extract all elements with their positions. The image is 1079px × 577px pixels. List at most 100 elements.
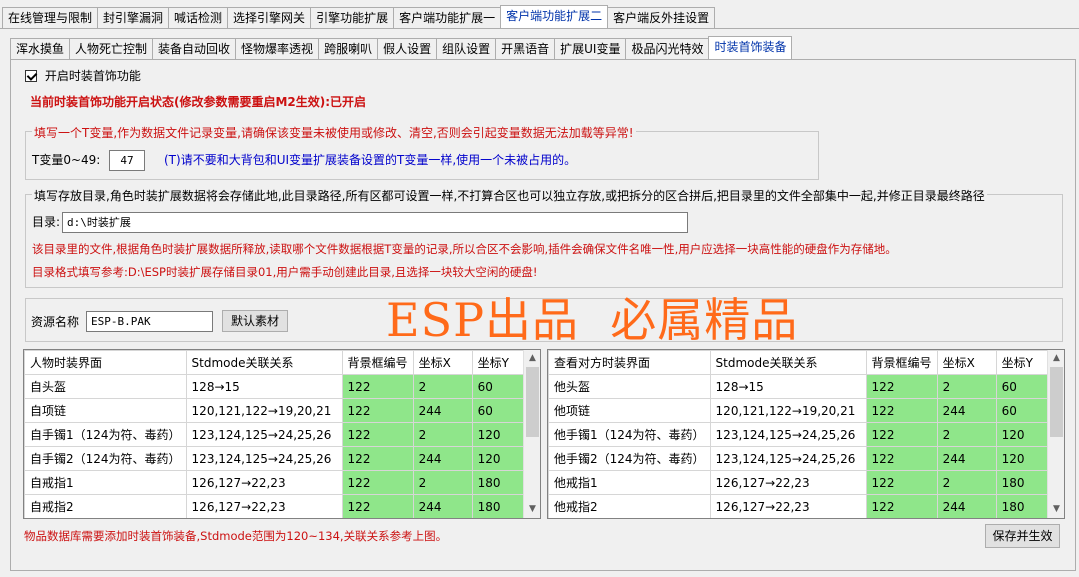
column-header[interactable]: 背景框编号 [865,350,938,375]
table-cell[interactable]: 244 [412,494,473,518]
table-cell[interactable]: 2 [936,470,997,495]
tab-main-6[interactable]: 客户端功能扩展二 [500,5,609,28]
table-cell[interactable]: 120,121,122→19,20,21 [709,398,867,423]
enable-fashion-checkbox[interactable]: 开启时装首饰功能 [25,67,141,84]
table-cell[interactable]: 123,124,125→24,25,26 [709,422,867,447]
table-cell[interactable]: 2 [936,422,997,447]
column-header[interactable]: 人物时装界面 [24,350,187,375]
table-cell[interactable]: 122 [341,374,414,399]
table-cell[interactable]: 244 [936,494,997,518]
table-row[interactable]: 自手镯2（124为符、毒药） 123,124,125→24,25,26 122 244… [24,446,533,471]
table-cell[interactable]: 他手镯1（124为符、毒药） [548,422,711,447]
tab-sub-2[interactable]: 装备自动回收 [152,38,237,59]
table-cell[interactable]: 他手镯2（124为符、毒药） [548,446,711,471]
tab-main-4[interactable]: 引擎功能扩展 [310,7,395,28]
tab-sub-4[interactable]: 跨服喇叭 [318,38,379,59]
table-cell[interactable]: 123,124,125→24,25,26 [709,446,867,471]
table-cell[interactable]: 2 [936,374,997,399]
table-cell[interactable]: 244 [412,398,473,423]
table-row[interactable]: 自项链 120,121,122→19,20,21 122 244 60 [24,398,533,423]
table-cell[interactable]: 244 [936,446,997,471]
column-header[interactable]: 背景框编号 [341,350,414,375]
table-cell[interactable]: 122 [865,446,938,471]
scroll-down-icon[interactable]: ▼ [524,501,540,518]
table-row[interactable]: 自头盔 128→15 122 2 60 [24,374,533,399]
table-cell[interactable]: 122 [865,398,938,423]
table-row[interactable]: 自手镯1（124为符、毒药） 123,124,125→24,25,26 122 2 12… [24,422,533,447]
table-cell[interactable]: 126,127→22,23 [709,494,867,518]
column-header[interactable]: Stdmode关联关系 [185,350,343,375]
table-cell[interactable]: 自手镯1（124为符、毒药） [24,422,187,447]
tab-main-1[interactable]: 封引擎漏洞 [97,7,170,28]
table-row[interactable]: 他手镯1（124为符、毒药） 123,124,125→24,25,26 122 2 12… [548,422,1057,447]
table-cell[interactable]: 128→15 [709,374,867,399]
tab-sub-5[interactable]: 假人设置 [377,38,438,59]
scroll-thumb[interactable] [526,367,539,437]
table-cell[interactable]: 120,121,122→19,20,21 [185,398,343,423]
default-resource-button[interactable]: 默认素材 [222,310,288,332]
tab-sub-8[interactable]: 扩展UI变量 [554,38,627,59]
tab-main-5[interactable]: 客户端功能扩展一 [393,7,502,28]
column-header[interactable]: 查看对方时装界面 [548,350,711,375]
table-cell[interactable]: 123,124,125→24,25,26 [185,446,343,471]
column-header[interactable]: Stdmode关联关系 [709,350,867,375]
scroll-up-icon[interactable]: ▲ [1048,350,1064,367]
table-cell[interactable]: 123,124,125→24,25,26 [185,422,343,447]
table-cell[interactable]: 126,127→22,23 [185,470,343,495]
table-cell[interactable]: 自戒指2 [24,494,187,518]
directory-input[interactable]: d:\时装扩展 [62,212,688,233]
table-cell[interactable]: 122 [341,446,414,471]
column-header[interactable]: 坐标X [936,350,997,375]
table-cell[interactable]: 128→15 [185,374,343,399]
table-cell[interactable]: 126,127→22,23 [185,494,343,518]
table-cell[interactable]: 他头盔 [548,374,711,399]
table-cell[interactable]: 他戒指1 [548,470,711,495]
save-apply-button[interactable]: 保存并生效 [985,524,1060,548]
table-cell[interactable]: 122 [865,374,938,399]
tab-main-2[interactable]: 喊话检测 [168,7,229,28]
table-cell[interactable]: 2 [412,422,473,447]
tab-sub-7[interactable]: 开黑语音 [495,38,556,59]
table-row[interactable]: 他戒指2 126,127→22,23 122 244 180 [548,494,1057,518]
table-cell[interactable]: 244 [412,446,473,471]
tab-main-3[interactable]: 选择引擎网关 [227,7,312,28]
table-cell[interactable]: 122 [341,422,414,447]
tab-sub-6[interactable]: 组队设置 [436,38,497,59]
tab-main-7[interactable]: 客户端反外挂设置 [607,7,716,28]
table-cell[interactable]: 自头盔 [24,374,187,399]
table-row[interactable]: 自戒指2 126,127→22,23 122 244 180 [24,494,533,518]
tab-sub-10[interactable]: 时装首饰装备 [708,36,793,59]
table-row[interactable]: 他戒指1 126,127→22,23 122 2 180 [548,470,1057,495]
tab-sub-9[interactable]: 极品闪光特效 [625,38,710,59]
tab-main-0[interactable]: 在线管理与限制 [2,7,99,28]
table-cell[interactable]: 自手镯2（124为符、毒药） [24,446,187,471]
table-cell[interactable]: 他项链 [548,398,711,423]
table-cell[interactable]: 122 [865,422,938,447]
scroll-thumb[interactable] [1050,367,1063,437]
column-header[interactable]: 坐标X [412,350,473,375]
table-cell[interactable]: 2 [412,374,473,399]
table-cell[interactable]: 122 [865,470,938,495]
tab-sub-3[interactable]: 怪物爆率透视 [235,38,320,59]
table-cell[interactable]: 122 [341,470,414,495]
scroll-down-icon[interactable]: ▼ [1048,501,1064,518]
table-cell[interactable]: 122 [341,494,414,518]
table-row[interactable]: 他项链 120,121,122→19,20,21 122 244 60 [548,398,1057,423]
table-cell[interactable]: 2 [412,470,473,495]
table-cell[interactable]: 自项链 [24,398,187,423]
table-cell[interactable]: 自戒指1 [24,470,187,495]
checkbox-checked-icon[interactable] [25,69,37,82]
table-cell[interactable]: 122 [865,494,938,518]
table-cell[interactable]: 244 [936,398,997,423]
table-row[interactable]: 他手镯2（124为符、毒药） 123,124,125→24,25,26 122 244… [548,446,1057,471]
table-cell[interactable]: 126,127→22,23 [709,470,867,495]
other-grid-scrollbar[interactable]: ▲ ▼ [1047,350,1064,518]
table-cell[interactable]: 他戒指2 [548,494,711,518]
tab-sub-0[interactable]: 浑水摸鱼 [10,38,71,59]
own-grid-scrollbar[interactable]: ▲ ▼ [523,350,540,518]
scroll-up-icon[interactable]: ▲ [524,350,540,367]
table-cell[interactable]: 122 [341,398,414,423]
tab-sub-1[interactable]: 人物死亡控制 [69,38,154,59]
tvar-input[interactable]: 47 [109,150,145,171]
table-row[interactable]: 他头盔 128→15 122 2 60 [548,374,1057,399]
